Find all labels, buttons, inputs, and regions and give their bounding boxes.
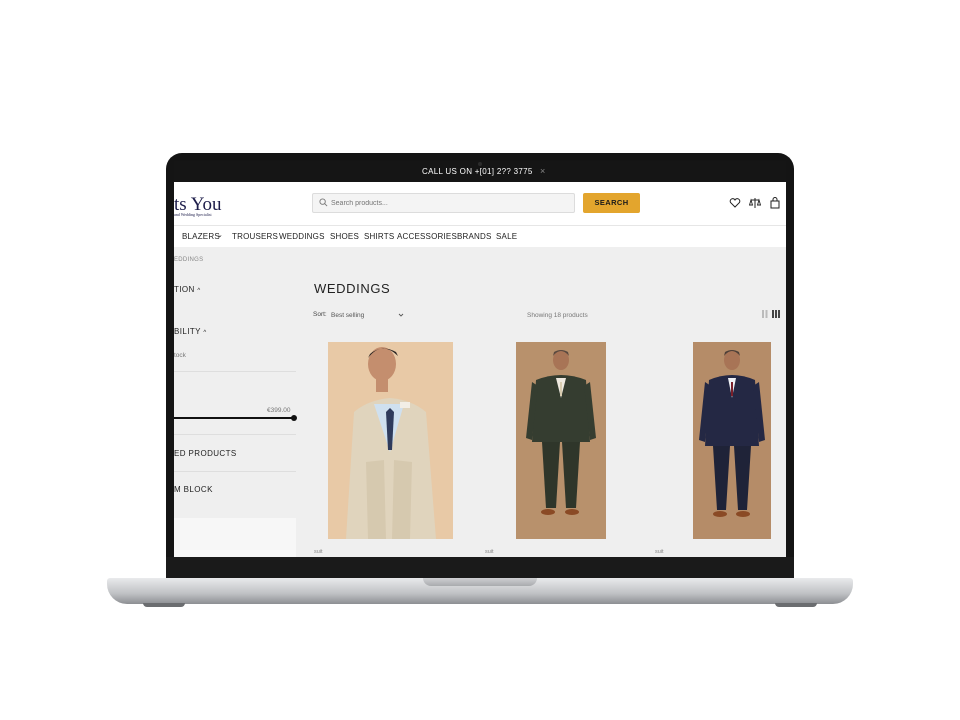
laptop-notch xyxy=(423,578,537,586)
camera-notch xyxy=(478,162,482,166)
main-nav: BLAZERS ⌄ TROUSERS WEDDINGS SHOES SHIRTS… xyxy=(174,226,786,247)
sidebar-divider xyxy=(174,471,296,472)
price-slider-handle[interactable] xyxy=(291,415,297,421)
nav-item-shoes[interactable]: SHOES xyxy=(330,232,359,241)
product-category-2: suit xyxy=(485,549,494,555)
nav-item-sale[interactable]: SALE xyxy=(496,232,517,241)
price-max-label: €399.00 xyxy=(267,407,291,414)
product-card-2[interactable] xyxy=(516,342,606,539)
product-image-green-suit[interactable] xyxy=(516,342,606,539)
chevron-up-icon: ^ xyxy=(203,330,207,336)
nav-item-weddings[interactable]: WEDDINGS xyxy=(279,232,325,241)
filter-availability-heading[interactable]: BILITY ^ xyxy=(174,327,207,336)
nav-item-accessories[interactable]: ACCESSORIES xyxy=(397,232,457,241)
chevron-down-icon[interactable] xyxy=(398,312,404,318)
grid-three-columns-icon[interactable] xyxy=(772,310,780,318)
filter-collection-heading[interactable]: TION ^ xyxy=(174,285,201,294)
laptop-foot-left xyxy=(143,603,185,607)
product-card-1[interactable] xyxy=(328,342,453,539)
search-button[interactable]: SEARCH xyxy=(583,193,640,213)
sidebar-promo-block xyxy=(174,518,296,557)
search-icon xyxy=(319,198,328,207)
sidebar-divider xyxy=(174,434,296,435)
bag-icon[interactable] xyxy=(769,197,781,209)
grid-two-columns-icon[interactable] xyxy=(762,310,768,318)
breadcrumb[interactable]: EDDINGS xyxy=(174,257,203,263)
nav-item-brands[interactable]: BRANDS xyxy=(457,232,492,241)
announcement-bar: CALL US ON +[01] 2?? 3775 × xyxy=(174,161,786,182)
custom-block-heading: M BLOCK xyxy=(174,485,213,494)
product-count: Showing 18 products xyxy=(527,312,588,319)
nav-item-blazers[interactable]: BLAZERS xyxy=(182,232,220,241)
in-stock-option[interactable]: tock xyxy=(174,352,186,359)
product-image-navy-suit[interactable] xyxy=(693,342,771,539)
logo-tagline: and Wedding Specialist xyxy=(174,212,212,217)
filter-collection-label: TION xyxy=(174,285,195,294)
site-header: ts You and Wedding Specialist SEARCH xyxy=(174,182,786,226)
sidebar-divider xyxy=(174,371,296,372)
compare-icon[interactable] xyxy=(749,197,761,209)
chevron-down-icon: ⌄ xyxy=(217,232,224,239)
product-card-3[interactable] xyxy=(693,342,771,539)
search-bar xyxy=(312,193,575,213)
product-image-cream-suit[interactable] xyxy=(328,342,453,539)
heart-icon[interactable] xyxy=(729,197,741,209)
featured-products-heading: ED PRODUCTS xyxy=(174,449,237,458)
nav-item-shirts[interactable]: SHIRTS xyxy=(364,232,394,241)
announcement-text: CALL US ON +[01] 2?? 3775 xyxy=(422,167,533,176)
sort-label: Sort: xyxy=(313,311,327,318)
sort-select[interactable]: Best selling xyxy=(331,312,364,319)
product-category-1: suit xyxy=(314,549,323,555)
laptop-screen: CALL US ON +[01] 2?? 3775 × ts You and W… xyxy=(174,161,786,557)
chevron-up-icon: ^ xyxy=(197,288,201,294)
page-title: WEDDINGS xyxy=(314,281,391,296)
announcement-close-button[interactable]: × xyxy=(540,166,546,176)
filter-availability-label: BILITY xyxy=(174,327,201,336)
price-slider-track[interactable] xyxy=(174,417,294,419)
laptop-chin xyxy=(166,557,794,579)
laptop-foot-right xyxy=(775,603,817,607)
nav-item-trousers[interactable]: TROUSERS xyxy=(232,232,278,241)
search-input[interactable] xyxy=(331,197,561,209)
product-category-3: suit xyxy=(655,549,664,555)
